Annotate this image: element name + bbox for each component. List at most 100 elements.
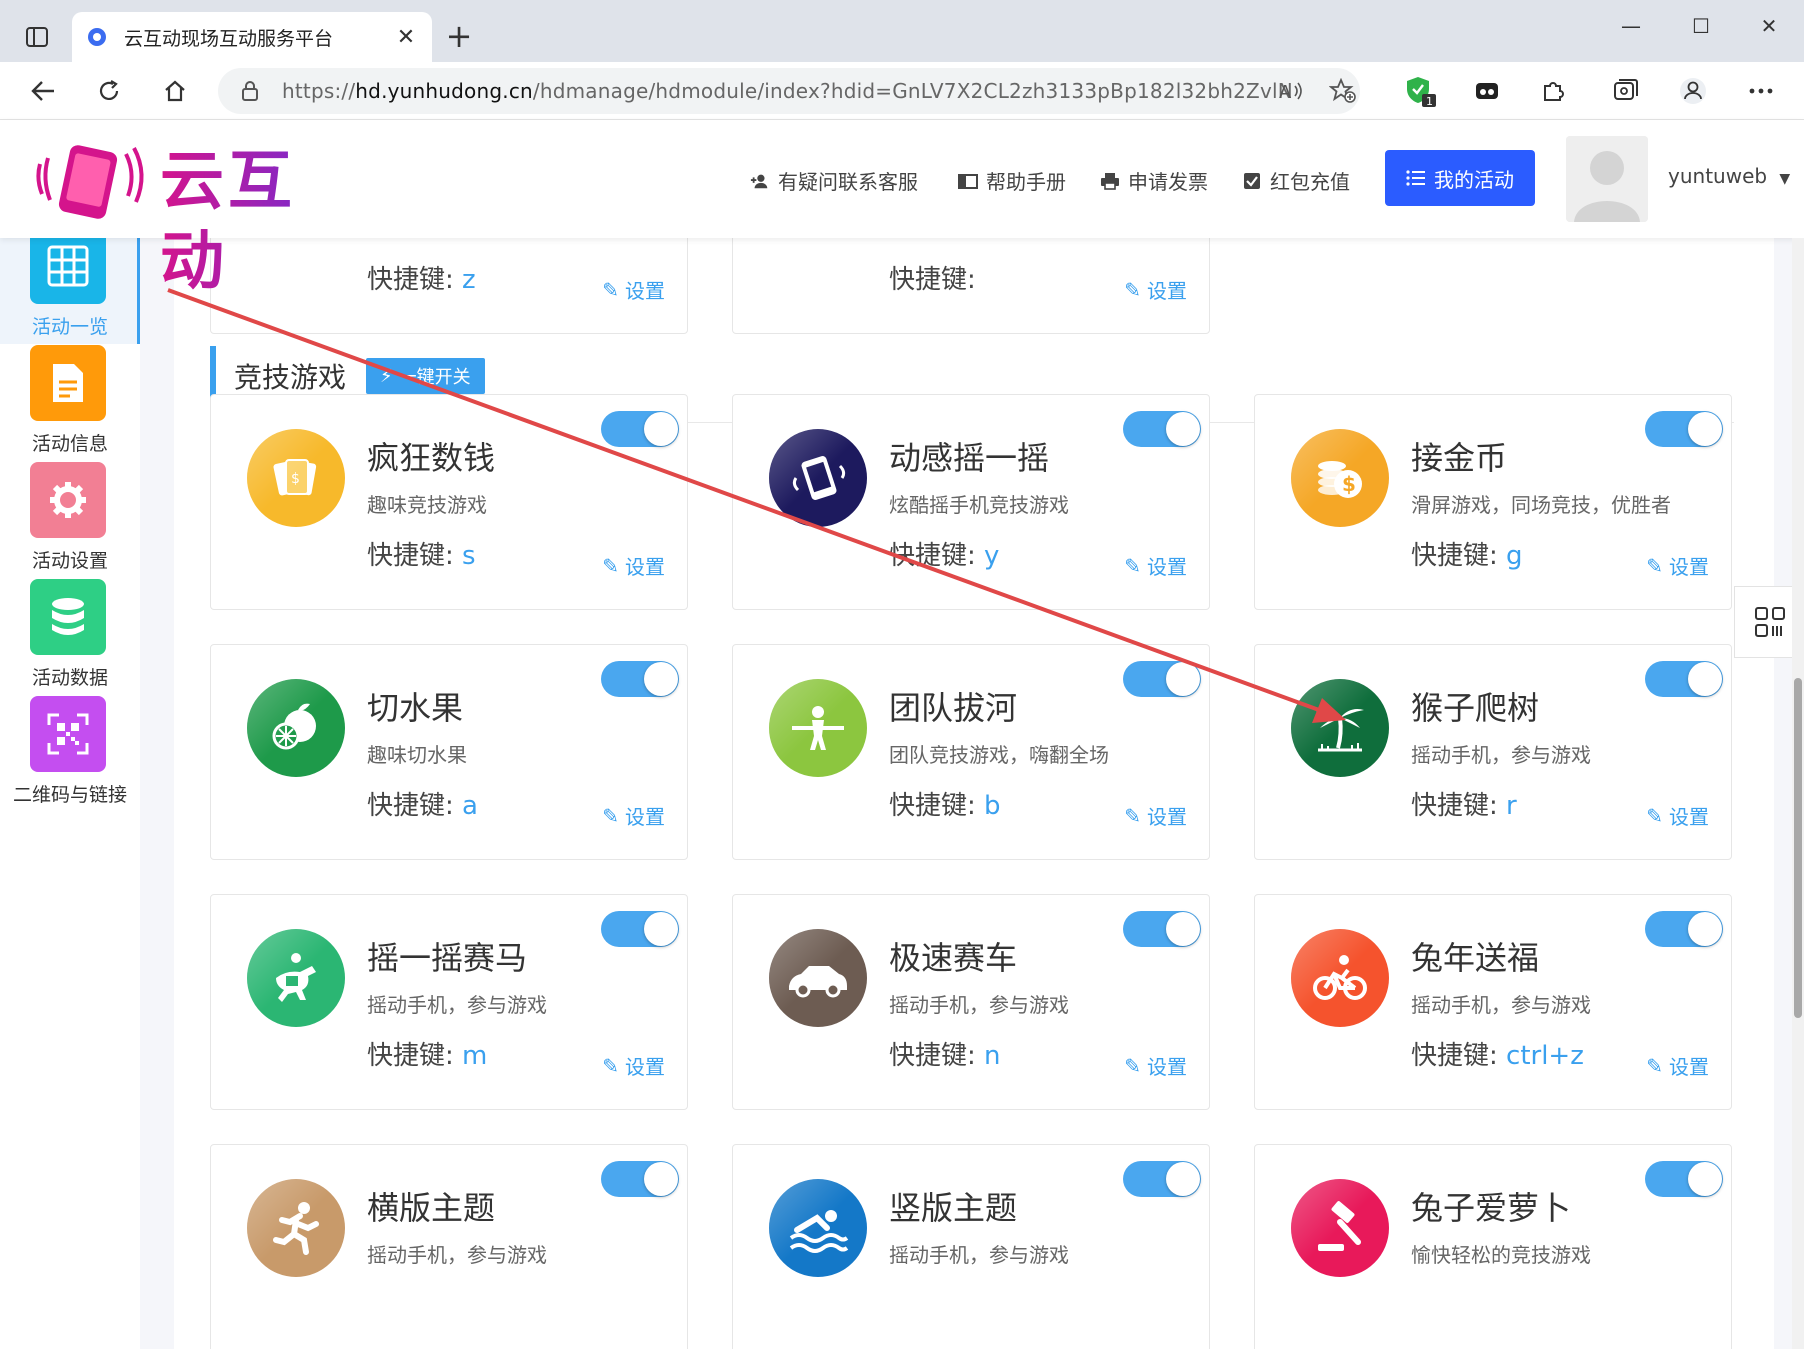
game-enable-toggle[interactable]: [1645, 661, 1723, 697]
browser-tab-active[interactable]: 云互动现场互动服务平台 ✕: [72, 12, 432, 62]
gavel-icon: [1291, 1179, 1389, 1277]
settings-link[interactable]: ✎ 设置: [602, 1051, 665, 1080]
tab-actions-icon[interactable]: [18, 22, 56, 52]
game-title: 切水果: [367, 689, 464, 727]
reload-icon[interactable]: [92, 76, 126, 106]
settings-link[interactable]: ✎ 设置: [1646, 801, 1709, 830]
grid-icon: [1754, 607, 1785, 637]
book-icon: [958, 171, 978, 191]
url-text[interactable]: https://hd.yunhudong.cn/hdmanage/hdmodul…: [282, 79, 1293, 103]
pencil-icon: ✎: [1646, 803, 1663, 828]
game-card: 摇一摇赛马 摇动手机，参与游戏 快捷键: m ✎ 设置: [210, 894, 688, 1110]
site-favicon-icon: [88, 28, 106, 46]
help-manual-link[interactable]: 帮助手册: [958, 166, 1066, 195]
tab-title: 云互动现场互动服务平台: [124, 27, 334, 50]
settings-link[interactable]: ✎ 设置: [1124, 275, 1187, 304]
username-dropdown[interactable]: yuntuweb ▼: [1668, 164, 1790, 188]
recharge-link[interactable]: 红包充值: [1242, 166, 1350, 195]
sidebar-item-settings[interactable]: 活动设置: [0, 448, 140, 578]
game-title: 团队拔河: [889, 689, 1018, 727]
settings-link[interactable]: ✎ 设置: [1646, 551, 1709, 580]
lock-icon[interactable]: [240, 80, 260, 102]
game-enable-toggle[interactable]: [1123, 1161, 1201, 1197]
site-header: 云互动 有疑问联系客服 帮助手册 申请发票 红包充值 我的活动 yuntuweb…: [0, 120, 1804, 299]
settings-link[interactable]: ✎ 设置: [602, 551, 665, 580]
extensions-puzzle-icon[interactable]: [1536, 76, 1570, 106]
activity-overview-icon: [30, 228, 106, 304]
bicycle-icon: [1291, 929, 1389, 1027]
read-aloud-icon[interactable]: A: [1274, 76, 1308, 106]
user-plus-icon: [750, 171, 770, 191]
settings-link[interactable]: ✎ 设置: [1124, 551, 1187, 580]
pencil-icon: ✎: [602, 553, 619, 578]
sidebar-item-qrcode[interactable]: 二维码与链接: [0, 682, 140, 812]
game-enable-toggle[interactable]: [1123, 661, 1201, 697]
checkbox-icon: [1242, 171, 1262, 191]
game-title: 动感摇一摇: [889, 439, 1050, 477]
game-enable-toggle[interactable]: [1645, 1161, 1723, 1197]
game-card: 动感摇一摇 炫酷摇手机竞技游戏 快捷键: y ✎ 设置: [732, 394, 1210, 610]
game-shortcut: 快捷键: ctrl+z: [1411, 1041, 1584, 1071]
settings-link[interactable]: ✎ 设置: [602, 801, 665, 830]
sidebar-item-info[interactable]: 活动信息: [0, 331, 140, 461]
shake-phone-icon: [769, 429, 867, 527]
profile-icon[interactable]: [1676, 76, 1710, 106]
game-card: 团队拔河 团队竞技游戏，嗨翻全场 快捷键: b ✎ 设置: [732, 644, 1210, 860]
new-tab-icon[interactable]: +: [444, 20, 474, 52]
home-icon[interactable]: [158, 76, 192, 106]
pencil-icon: ✎: [1646, 553, 1663, 578]
money-cards-icon: $: [247, 429, 345, 527]
support-link[interactable]: 有疑问联系客服: [750, 166, 918, 195]
sidebar-item-label: 二维码与链接: [12, 784, 127, 806]
pencil-icon: ✎: [1124, 553, 1141, 578]
palm-tree-icon: [1291, 679, 1389, 777]
more-menu-icon[interactable]: [1744, 76, 1778, 106]
browser-tab-bar: 云互动现场互动服务平台 ✕ + — ☐ ✕: [0, 0, 1804, 62]
browser-toolbar: https://hd.yunhudong.cn/hdmanage/hdmodul…: [0, 62, 1804, 120]
my-activity-button[interactable]: 我的活动: [1385, 150, 1535, 206]
address-bar[interactable]: https://hd.yunhudong.cn/hdmanage/hdmodul…: [218, 68, 1360, 114]
svg-text:1: 1: [1426, 95, 1433, 108]
minimize-icon[interactable]: —: [1616, 14, 1646, 38]
game-enable-toggle[interactable]: [601, 911, 679, 947]
scrollbar-thumb[interactable]: [1794, 678, 1802, 1018]
sidebar-item-data[interactable]: 活动数据: [0, 565, 140, 695]
game-enable-toggle[interactable]: [1645, 911, 1723, 947]
settings-link[interactable]: ✎ 设置: [602, 275, 665, 304]
back-icon[interactable]: [26, 76, 60, 106]
shield-extension-icon[interactable]: 1: [1404, 76, 1438, 108]
game-card: $ 接金币 滑屏游戏，同场竞技，优胜者 快捷键: g ✎ 设置: [1254, 394, 1732, 610]
game-description: 摇动手机，参与游戏: [1411, 743, 1591, 767]
tab-close-icon[interactable]: ✕: [394, 25, 418, 50]
svg-text:A: A: [1279, 82, 1292, 102]
extension-icon[interactable]: [1470, 76, 1504, 106]
game-title: 横版主题: [367, 1189, 496, 1227]
list-icon: [1406, 170, 1425, 186]
svg-text:$: $: [1342, 472, 1356, 496]
collections-icon[interactable]: [1608, 76, 1642, 106]
add-favorite-icon[interactable]: [1326, 76, 1360, 106]
window-close-icon[interactable]: ✕: [1754, 14, 1784, 38]
invoice-link[interactable]: 申请发票: [1100, 166, 1208, 195]
settings-link[interactable]: ✎ 设置: [1124, 801, 1187, 830]
pencil-icon: ✎: [602, 803, 619, 828]
main-content: 快捷键: z ✎ 设置 快捷键: ✎ 设置 竞技游戏 ⚡ 一键开关 $ 疯狂数钱 趣味竞技…: [174, 238, 1774, 1349]
avatar[interactable]: [1566, 136, 1648, 222]
lightning-icon: ⚡: [380, 365, 393, 387]
game-enable-toggle[interactable]: [601, 1161, 679, 1197]
settings-link[interactable]: ✎ 设置: [1124, 1051, 1187, 1080]
one-key-toggle-button[interactable]: ⚡ 一键开关: [366, 358, 485, 394]
game-enable-toggle[interactable]: [1123, 411, 1201, 447]
game-enable-toggle[interactable]: [1645, 411, 1723, 447]
site-logo[interactable]: 云互动: [34, 134, 344, 299]
game-title: 竖版主题: [889, 1189, 1018, 1227]
game-enable-toggle[interactable]: [601, 411, 679, 447]
game-description: 趣味切水果: [367, 743, 467, 767]
game-description: 滑屏游戏，同场竞技，优胜者: [1411, 493, 1671, 517]
settings-link[interactable]: ✎ 设置: [1646, 1051, 1709, 1080]
scrollbar[interactable]: [1792, 238, 1804, 1349]
maximize-icon[interactable]: ☐: [1686, 14, 1716, 38]
game-enable-toggle[interactable]: [601, 661, 679, 697]
game-card: $ 疯狂数钱 趣味竞技游戏 快捷键: s ✎ 设置: [210, 394, 688, 610]
game-enable-toggle[interactable]: [1123, 911, 1201, 947]
